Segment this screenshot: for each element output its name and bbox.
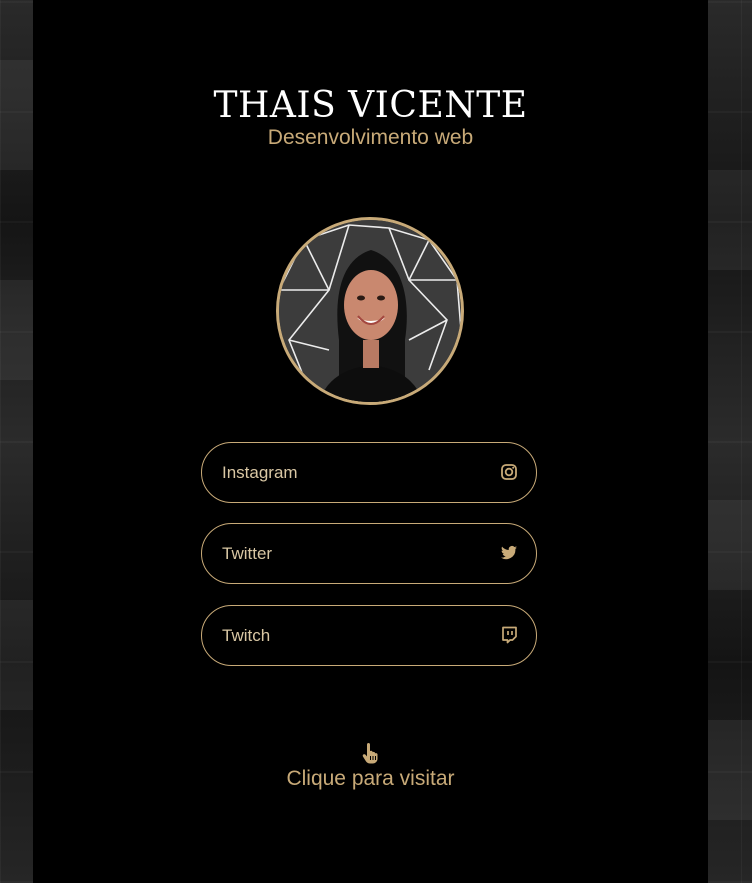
profile-card: THAIS VICENTE Desenvolvimento web Instag… <box>33 0 708 883</box>
background-tile <box>0 280 33 380</box>
twitch-link-button[interactable]: Twitch <box>201 605 537 666</box>
twitch-icon <box>502 626 517 644</box>
click-to-visit-hint: Clique para visitar <box>286 767 455 790</box>
profile-name: THAIS VICENTE <box>213 85 528 126</box>
instagram-icon <box>501 464 517 480</box>
background-tile <box>0 60 33 170</box>
profile-photo-icon <box>279 220 461 402</box>
background-tile <box>708 500 752 590</box>
background-tile <box>708 720 752 820</box>
twitter-link-button[interactable]: Twitter <box>201 523 537 584</box>
profile-role: Desenvolvimento web <box>267 126 474 149</box>
pointer-hand-icon <box>362 743 378 764</box>
twitter-icon <box>501 545 517 560</box>
instagram-link-button[interactable]: Instagram <box>201 442 537 503</box>
instagram-link-label: Instagram <box>222 463 298 482</box>
twitch-link-label: Twitch <box>222 626 271 645</box>
background-tile <box>708 170 752 270</box>
page-background: THAIS VICENTE Desenvolvimento web Instag… <box>0 0 752 883</box>
background-tile <box>0 600 33 710</box>
profile-avatar <box>276 217 464 405</box>
twitter-link-label: Twitter <box>222 544 273 563</box>
